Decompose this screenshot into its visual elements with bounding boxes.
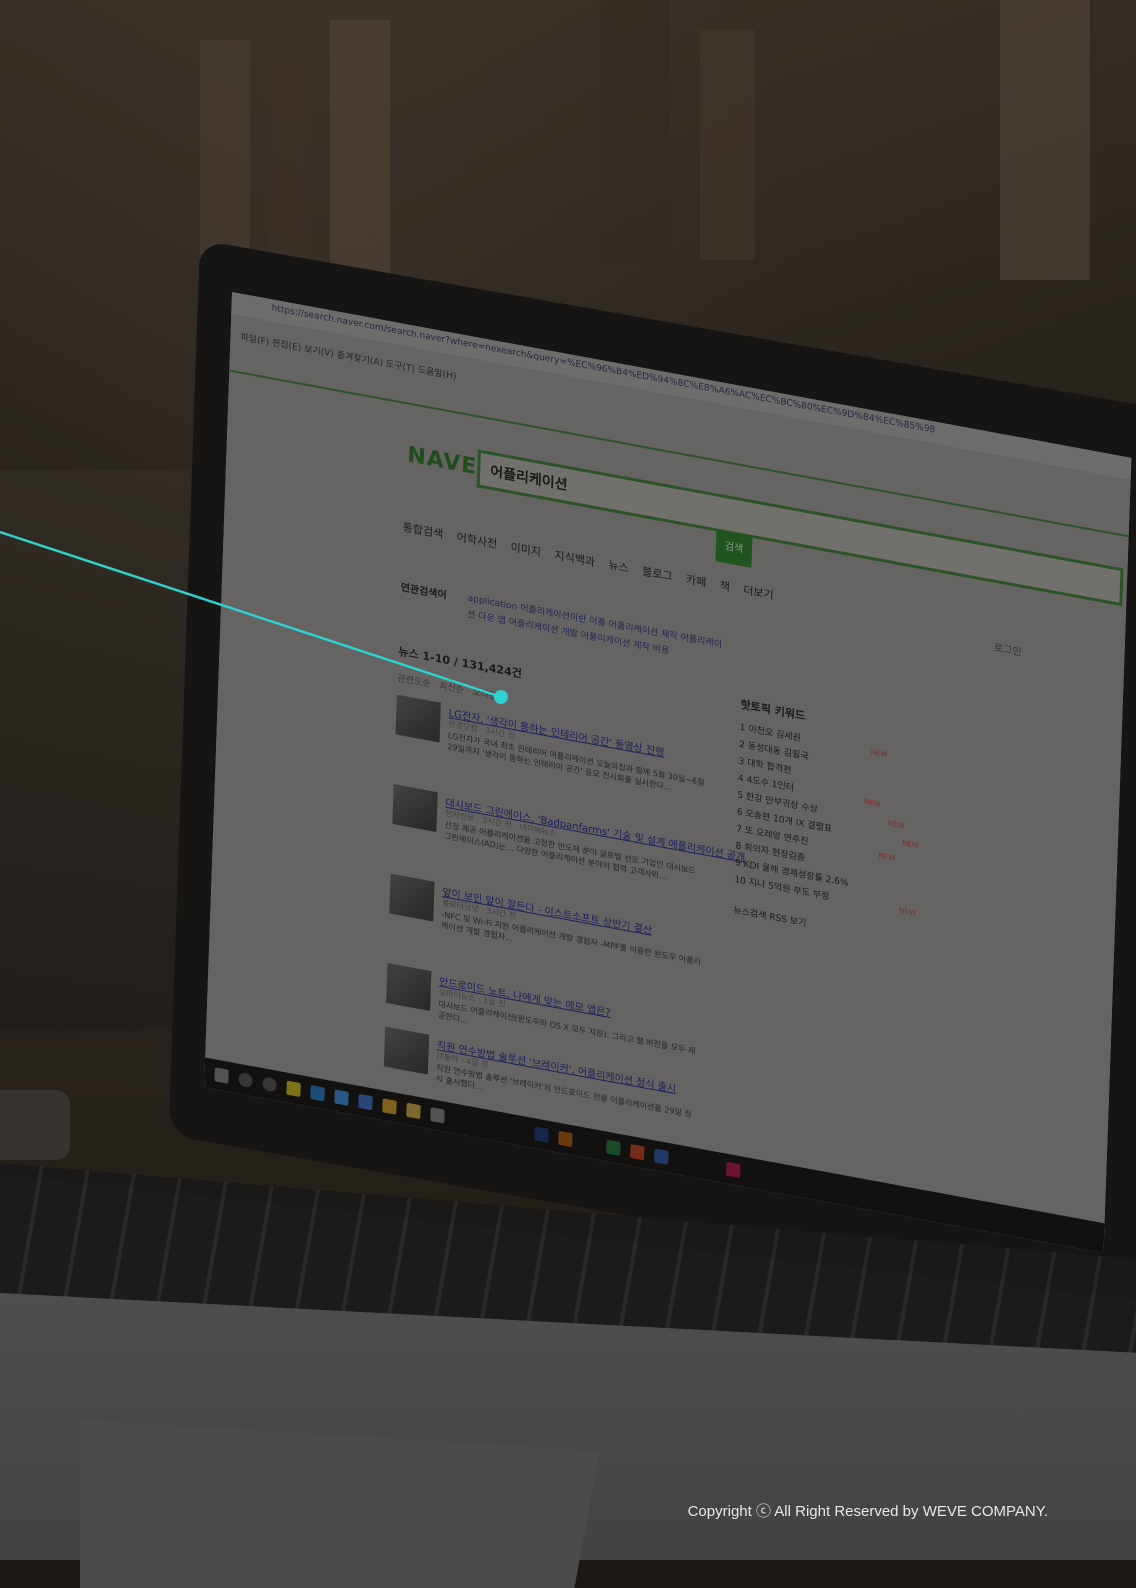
copyright-text: Copyright ⓒ All Right Reserved by WEVE C… [687, 1503, 1048, 1520]
callout-dot [494, 690, 508, 704]
photo-stage: https://search.naver.com/search.naver?wh… [0, 0, 1136, 1588]
callout-line [0, 530, 508, 704]
callout-pointer-line [0, 530, 502, 699]
